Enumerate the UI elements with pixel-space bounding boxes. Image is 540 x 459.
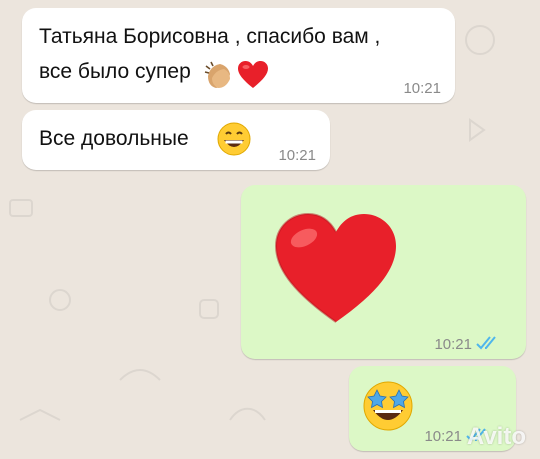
read-receipt-double-check-icon xyxy=(476,336,496,350)
outgoing-message-bubble[interactable]: 10:21 xyxy=(241,185,526,359)
message-text-line: Татьяна Борисовна , спасибо вам , xyxy=(39,25,381,48)
large-red-heart-icon xyxy=(274,212,396,323)
grinning-face-icon xyxy=(217,122,251,156)
message-timestamp: 10:21 xyxy=(278,147,316,164)
message-text-line: все было супер xyxy=(39,60,191,83)
message-timestamp: 10:21 xyxy=(403,80,441,97)
red-heart-icon xyxy=(238,61,268,88)
incoming-message-bubble[interactable]: Все довольные 10:21 xyxy=(22,110,330,170)
star-struck-face-icon xyxy=(363,381,413,431)
avito-watermark: Avito xyxy=(466,423,526,450)
message-text: Все довольные xyxy=(39,127,189,150)
message-timestamp: 10:21 xyxy=(434,336,472,353)
clapping-hands-icon xyxy=(204,61,230,88)
message-timestamp: 10:21 xyxy=(424,428,462,445)
incoming-message-bubble[interactable]: Татьяна Борисовна , спасибо вам , все бы… xyxy=(22,8,455,103)
